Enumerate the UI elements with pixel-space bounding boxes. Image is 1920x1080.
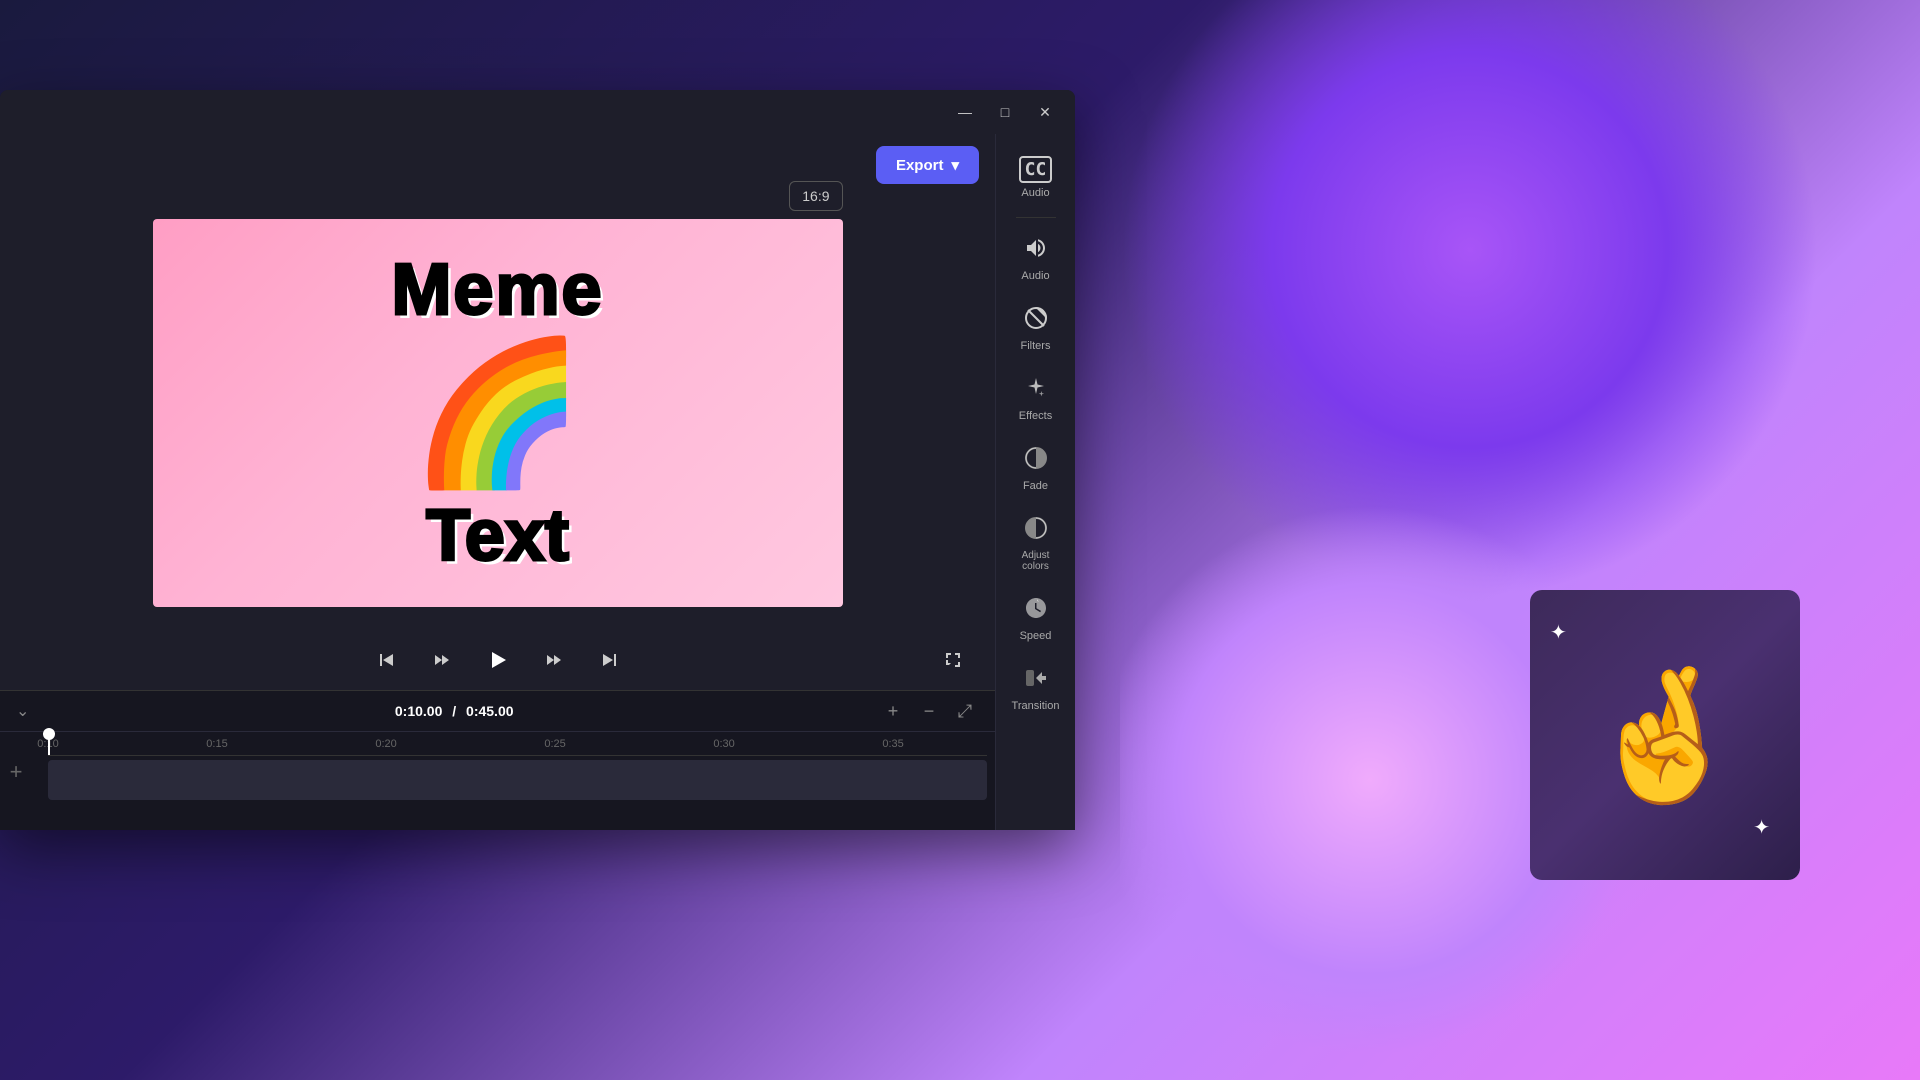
timeline-area: ⌄ 0:10.00 / 0:45.00 + − ⤢ + bbox=[0, 690, 995, 830]
play-button[interactable] bbox=[480, 642, 516, 678]
skip-back-button[interactable] bbox=[368, 642, 404, 678]
rewind-icon bbox=[431, 649, 453, 671]
sidebar-item-adjust-colors[interactable]: Adjust colors bbox=[1002, 506, 1070, 582]
sidebar-item-audio[interactable]: Audio bbox=[1002, 226, 1070, 292]
top-bar: Export ▾ bbox=[0, 134, 995, 196]
audio-label: Audio bbox=[1021, 270, 1049, 282]
sidebar-item-effects[interactable]: Effects bbox=[1002, 366, 1070, 432]
character-emoji: 🤞 bbox=[1584, 670, 1746, 800]
forward-icon bbox=[543, 649, 565, 671]
speed-icon bbox=[1024, 596, 1048, 626]
sparkle-icon-1: ✦ bbox=[1550, 620, 1567, 645]
video-canvas: Meme 🌈 Text bbox=[153, 219, 843, 607]
timeline-controls: + − ⤢ bbox=[879, 697, 979, 725]
close-button[interactable]: ✕ bbox=[1031, 98, 1059, 126]
captions-icon: CC bbox=[1019, 156, 1053, 183]
rewind-button[interactable] bbox=[424, 642, 460, 678]
effects-icon bbox=[1024, 376, 1048, 406]
transition-label: Transition bbox=[1012, 700, 1060, 712]
title-bar: — □ ✕ bbox=[0, 90, 1075, 134]
ruler-mark-5: 0:35 bbox=[882, 738, 903, 750]
speed-label: Speed bbox=[1020, 630, 1052, 642]
right-sidebar: CC Audio Audio bbox=[995, 134, 1075, 830]
video-preview-container: 16:9 Meme 🌈 Text bbox=[0, 196, 995, 630]
current-time: 0:10.00 bbox=[395, 703, 442, 719]
ruler-mark-1: 0:15 bbox=[206, 738, 227, 750]
aspect-ratio-button[interactable]: 16:9 bbox=[789, 181, 842, 211]
timeline-ruler: 0:10 0:15 0:20 0:25 0:30 0:35 bbox=[48, 732, 987, 756]
fade-icon bbox=[1024, 446, 1048, 476]
export-button[interactable]: Export ▾ bbox=[876, 146, 979, 184]
timeline-time-display: 0:10.00 / 0:45.00 bbox=[29, 703, 879, 719]
time-separator: / bbox=[452, 703, 456, 719]
maximize-button[interactable]: □ bbox=[991, 98, 1019, 126]
effects-label: Effects bbox=[1019, 410, 1052, 422]
meme-title-text: Meme bbox=[391, 249, 603, 331]
expand-button[interactable] bbox=[935, 642, 971, 678]
zoom-out-button[interactable]: − bbox=[915, 697, 943, 725]
adjust-colors-icon bbox=[1024, 516, 1048, 546]
filters-icon bbox=[1024, 306, 1048, 336]
timeline-collapse-button[interactable]: ⌄ bbox=[16, 701, 29, 721]
skip-forward-button[interactable] bbox=[592, 642, 628, 678]
export-arrow-icon: ▾ bbox=[951, 156, 959, 174]
filters-label: Filters bbox=[1021, 340, 1051, 352]
playhead[interactable] bbox=[48, 732, 50, 755]
playback-controls bbox=[368, 630, 628, 690]
adjust-colors-label: Adjust colors bbox=[1010, 550, 1062, 572]
track-content bbox=[48, 760, 987, 800]
total-time: 0:45.00 bbox=[466, 703, 513, 719]
window-controls: — □ ✕ bbox=[951, 98, 1059, 126]
meme-subtitle-text: Text bbox=[426, 495, 569, 577]
editor-main: Export ▾ 16:9 Meme 🌈 bbox=[0, 134, 995, 830]
add-track-button[interactable]: + bbox=[0, 756, 32, 788]
rainbow-area: 🌈 bbox=[410, 343, 584, 483]
export-label: Export bbox=[896, 157, 944, 174]
skip-forward-icon bbox=[600, 650, 620, 670]
content-area: Export ▾ 16:9 Meme 🌈 bbox=[0, 134, 1075, 830]
audio-icon bbox=[1024, 236, 1048, 266]
floating-character-card: ✦ 🤞 ✦ bbox=[1530, 590, 1800, 880]
sidebar-item-filters[interactable]: Filters bbox=[1002, 296, 1070, 362]
playback-controls-row bbox=[0, 630, 995, 690]
transition-icon bbox=[1024, 666, 1048, 696]
forward-button[interactable] bbox=[536, 642, 572, 678]
timeline-track: + 0:10 0:15 0:20 0:25 0:30 0:35 bbox=[0, 732, 995, 812]
sidebar-item-captions[interactable]: CC Audio bbox=[1002, 146, 1070, 209]
minimize-button[interactable]: — bbox=[951, 98, 979, 126]
ruler-mark-4: 0:30 bbox=[713, 738, 734, 750]
fit-timeline-button[interactable]: ⤢ bbox=[951, 697, 979, 725]
expand-icon bbox=[943, 650, 963, 670]
sidebar-item-fade[interactable]: Fade bbox=[1002, 436, 1070, 502]
skip-back-icon bbox=[376, 650, 396, 670]
app-window: — □ ✕ Export ▾ 16:9 bbox=[0, 90, 1075, 830]
sidebar-item-speed[interactable]: Speed bbox=[1002, 586, 1070, 652]
sidebar-item-transition[interactable]: Transition bbox=[1002, 656, 1070, 722]
captions-label: Audio bbox=[1021, 187, 1049, 199]
rainbow-cloud-emoji: 🌈 bbox=[410, 343, 584, 483]
play-icon bbox=[487, 649, 509, 671]
timeline-header: ⌄ 0:10.00 / 0:45.00 + − ⤢ bbox=[0, 691, 995, 732]
sidebar-divider-1 bbox=[1016, 217, 1056, 218]
zoom-in-button[interactable]: + bbox=[879, 697, 907, 725]
ruler-mark-3: 0:25 bbox=[544, 738, 565, 750]
ruler-mark-2: 0:20 bbox=[375, 738, 396, 750]
fade-label: Fade bbox=[1023, 480, 1048, 492]
sparkle-icon-2: ✦ bbox=[1753, 815, 1770, 840]
